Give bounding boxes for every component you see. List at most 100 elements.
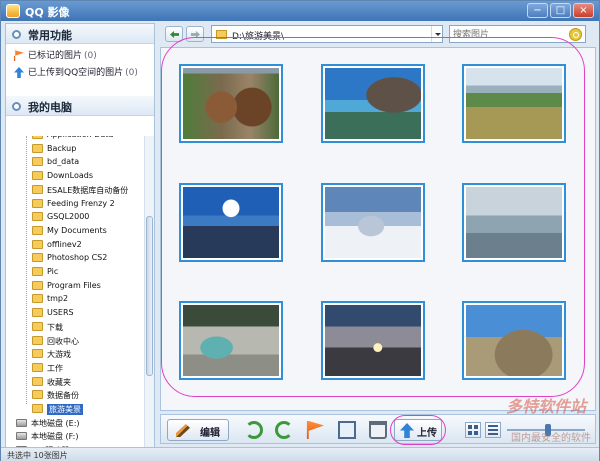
- upload-label: 上传: [417, 428, 437, 439]
- folder-item[interactable]: 大游戏: [6, 347, 146, 361]
- photo-image: [466, 305, 562, 376]
- folder-item[interactable]: GSQL2000: [6, 210, 146, 224]
- photo-image: [183, 187, 279, 258]
- drive-icon: [16, 432, 27, 441]
- title-bar: QQ 影像 − □ ×: [1, 1, 599, 21]
- status-text: 共选中 10张图片: [7, 451, 68, 460]
- photo-thumbnail-tower-sky[interactable]: [179, 183, 283, 262]
- arrow-right-icon: [191, 31, 200, 38]
- folder-item[interactable]: My Documents: [6, 224, 146, 238]
- folder-item[interactable]: Backup: [6, 142, 146, 156]
- path-combobox[interactable]: D:\旅游美景\: [211, 25, 443, 43]
- folder-item[interactable]: Feeding Frenzy 2: [6, 197, 146, 211]
- folder-icon: [32, 308, 43, 318]
- photo-image: [325, 187, 421, 258]
- folder-item[interactable]: 数据备份: [6, 388, 146, 402]
- search-icon[interactable]: [569, 28, 582, 41]
- search-input[interactable]: [453, 28, 565, 41]
- folder-icon: [32, 280, 43, 290]
- rotate-left-icon[interactable]: [245, 421, 263, 439]
- pencil-icon: [176, 424, 190, 437]
- favorites-header[interactable]: 常用功能: [6, 24, 154, 44]
- folder-label: tmp2: [47, 294, 69, 304]
- folder-icon: [216, 30, 227, 39]
- folder-item[interactable]: USERS: [6, 306, 146, 320]
- photo-image: [183, 68, 279, 139]
- computer-title: 我的电脑: [28, 101, 72, 114]
- photo-image: [466, 68, 562, 139]
- folder-icon: [32, 362, 43, 372]
- folder-item[interactable]: 旅游美景: [6, 402, 146, 416]
- folder-label: Program Files: [47, 280, 101, 290]
- app-window: QQ 影像 − □ × 常用功能 已标记的图片 (0) 已上传到QQ空间的图片 (0…: [0, 0, 600, 461]
- photo-thumbnail-snow-village[interactable]: [321, 183, 425, 262]
- folder-label: USERS: [47, 308, 74, 318]
- photo-thumbnail-stream[interactable]: [179, 301, 283, 380]
- list-view-button[interactable]: [485, 422, 501, 438]
- folder-item[interactable]: Program Files: [6, 279, 146, 293]
- sidebar-item-label: 已上传到QQ空间的图片: [28, 68, 124, 78]
- sidebar-scrollbar[interactable]: [144, 136, 154, 452]
- photo-thumbnail-grassland[interactable]: [462, 64, 566, 143]
- list-icon: [488, 425, 498, 427]
- folder-label: 回收中心: [47, 336, 79, 346]
- folder-label: offlinev2: [47, 239, 82, 249]
- favorites-title: 常用功能: [28, 29, 72, 42]
- count-badge: (0): [125, 68, 138, 78]
- photo-thumbnail-lake[interactable]: [462, 183, 566, 262]
- status-bar: 共选中 10张图片: [1, 447, 599, 461]
- folder-label: Photoshop CS2: [47, 253, 108, 263]
- folder-item[interactable]: bd_data: [6, 155, 146, 169]
- back-button[interactable]: [165, 26, 183, 42]
- flag-icon: [14, 50, 24, 61]
- folder-item[interactable]: ESALE数据库自动备份: [6, 183, 146, 197]
- folder-item[interactable]: 工作: [6, 361, 146, 375]
- folder-item[interactable]: 回收中心: [6, 334, 146, 348]
- photo-thumbnail-waterwheel[interactable]: [179, 64, 283, 143]
- folder-label: Backup: [47, 143, 77, 153]
- folder-icon: [32, 198, 43, 208]
- arrow-left-icon: [170, 31, 179, 38]
- forward-button[interactable]: [186, 26, 204, 42]
- folder-item[interactable]: 收藏夹: [6, 375, 146, 389]
- photo-image: [466, 187, 562, 258]
- list-icon: [488, 433, 498, 435]
- folder-item[interactable]: tmp2: [6, 292, 146, 306]
- sidebar-item-marked-photos[interactable]: 已标记的图片 (0): [14, 48, 97, 64]
- folder-icon: [32, 239, 43, 249]
- folder-item[interactable]: DownLoads: [6, 169, 146, 183]
- photo-thumbnail-sunset[interactable]: [321, 301, 425, 380]
- edit-label: 编辑: [200, 428, 220, 439]
- folder-item[interactable]: Pic: [6, 265, 146, 279]
- photo-image: [325, 305, 421, 376]
- drive-label: 本地磁盘 (E:): [31, 418, 80, 428]
- chevron-down-icon[interactable]: [431, 26, 443, 42]
- rotate-right-icon[interactable]: [275, 421, 293, 439]
- folder-label: GSQL2000: [47, 212, 90, 222]
- upload-button[interactable]: 上传: [394, 419, 442, 441]
- folder-icon: [32, 225, 43, 235]
- trash-icon[interactable]: [369, 421, 387, 439]
- scrollbar-thumb[interactable]: [146, 216, 153, 376]
- sidebar-item-uploaded-photos[interactable]: 已上传到QQ空间的图片 (0): [14, 65, 138, 81]
- minimize-button[interactable]: −: [527, 3, 548, 18]
- sidebar: 常用功能 已标记的图片(0) 已上传到QQ空间的图片(0) 我的电脑 Appli…: [5, 23, 155, 453]
- maximize-button[interactable]: □: [550, 3, 571, 18]
- computer-header[interactable]: 我的电脑: [6, 96, 154, 116]
- folder-item[interactable]: offlinev2: [6, 238, 146, 252]
- sidebar-item-label: 已标记的图片: [28, 51, 83, 61]
- collapse-icon: [12, 102, 21, 111]
- photo-thumbnail-mountain[interactable]: [462, 301, 566, 380]
- edit-button[interactable]: 编辑: [167, 419, 229, 441]
- folder-item[interactable]: Photoshop CS2: [6, 251, 146, 265]
- drive-label: 本地磁盘 (F:): [31, 432, 79, 442]
- window-title: QQ 影像: [25, 6, 70, 19]
- folder-item[interactable]: 下载: [6, 320, 146, 334]
- close-button[interactable]: ×: [573, 3, 594, 18]
- photo-thumbnail-sea-rock[interactable]: [321, 64, 425, 143]
- slideshow-icon[interactable]: [338, 421, 356, 439]
- drive-item[interactable]: 本地磁盘 (E:): [6, 416, 146, 430]
- folder-label: 旅游美景: [47, 404, 83, 415]
- drive-item[interactable]: 本地磁盘 (F:): [6, 429, 146, 443]
- grid-view-button[interactable]: [465, 422, 481, 438]
